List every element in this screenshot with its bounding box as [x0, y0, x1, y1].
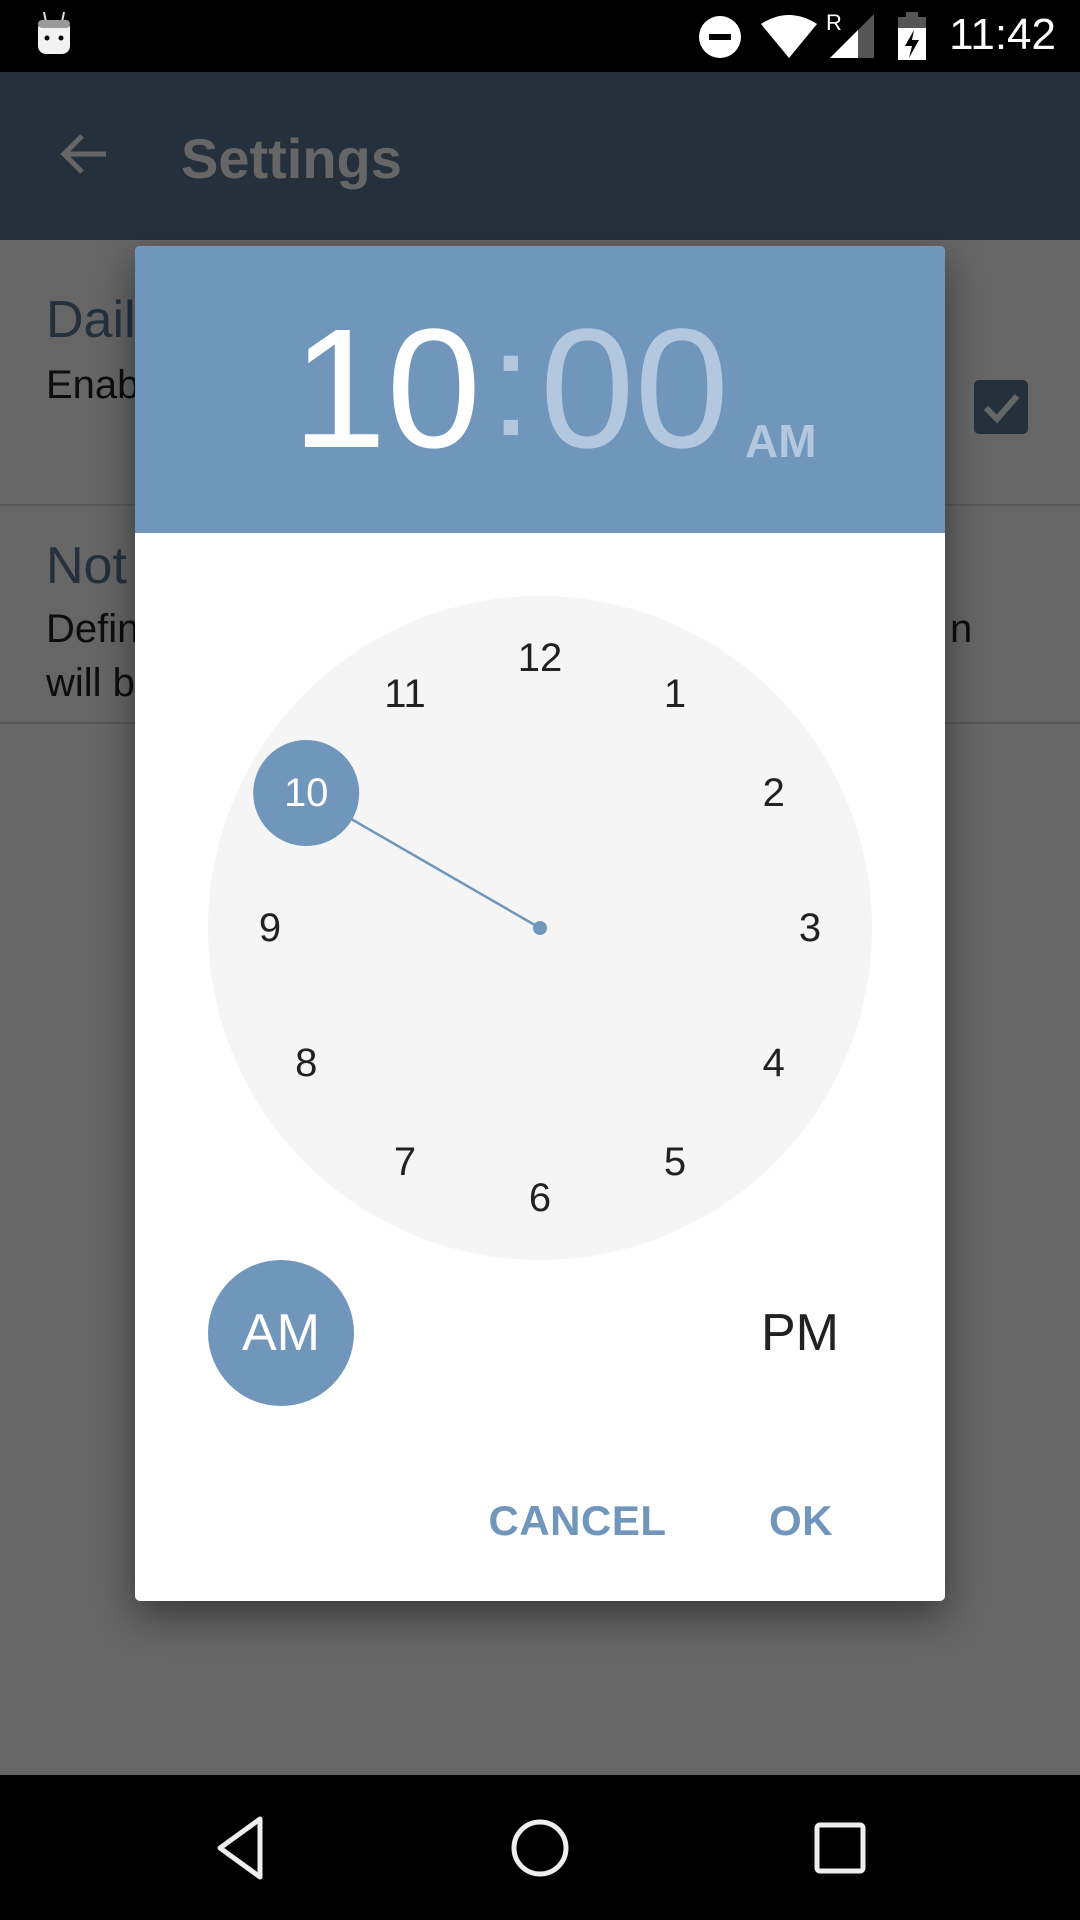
cancel-button[interactable]: CANCEL	[485, 1481, 670, 1561]
navigation-bar	[0, 1775, 1080, 1920]
clock-number-9[interactable]: 9	[259, 906, 281, 950]
clock-number-7[interactable]: 7	[394, 1140, 416, 1184]
time-separator: :	[490, 299, 532, 467]
nav-recents-button[interactable]	[795, 1803, 885, 1893]
status-bar: R 11:42	[0, 0, 1080, 72]
ok-button[interactable]: OK	[755, 1481, 847, 1561]
clock-number-8[interactable]: 8	[295, 1041, 317, 1085]
clock-number-3[interactable]: 3	[799, 906, 821, 950]
signal-icon	[830, 14, 874, 58]
clock-number-11[interactable]: 11	[384, 672, 426, 716]
time-picker-dialog: 10 : 00 AM 12 1 2 3 4 5 6 7 8 9 10 11 AM PM CANCEL …	[135, 246, 945, 1601]
am-button[interactable]: AM	[208, 1260, 354, 1406]
battery-charging-icon	[898, 12, 926, 60]
clock-face[interactable]: 121234567891011	[208, 596, 872, 1260]
clock-number-4[interactable]: 4	[763, 1041, 785, 1085]
clock-number-12[interactable]: 12	[518, 636, 563, 680]
nav-back-button[interactable]	[195, 1803, 285, 1893]
clock-number-6[interactable]: 6	[529, 1176, 551, 1220]
back-icon	[217, 1816, 263, 1880]
do-not-disturb-icon	[699, 16, 741, 58]
nav-home-button[interactable]	[495, 1803, 585, 1893]
clock-center-dot	[533, 921, 547, 935]
pm-button[interactable]: PM	[727, 1260, 873, 1406]
home-icon	[511, 1819, 569, 1877]
minute-display[interactable]: 00	[540, 304, 729, 474]
clock-number-1[interactable]: 1	[664, 672, 686, 716]
clock-number-10[interactable]: 10	[284, 771, 329, 815]
recents-icon	[814, 1822, 866, 1874]
hour-display[interactable]: 10	[292, 304, 481, 474]
android-notification-icon	[38, 12, 70, 54]
clock-number-5[interactable]: 5	[664, 1140, 686, 1184]
ampm-display[interactable]: AM	[745, 414, 817, 468]
clock-number-2[interactable]: 2	[763, 771, 785, 815]
time-header: 10 : 00 AM	[135, 246, 945, 533]
wifi-icon	[761, 15, 817, 58]
status-time: 11:42	[949, 10, 1056, 59]
